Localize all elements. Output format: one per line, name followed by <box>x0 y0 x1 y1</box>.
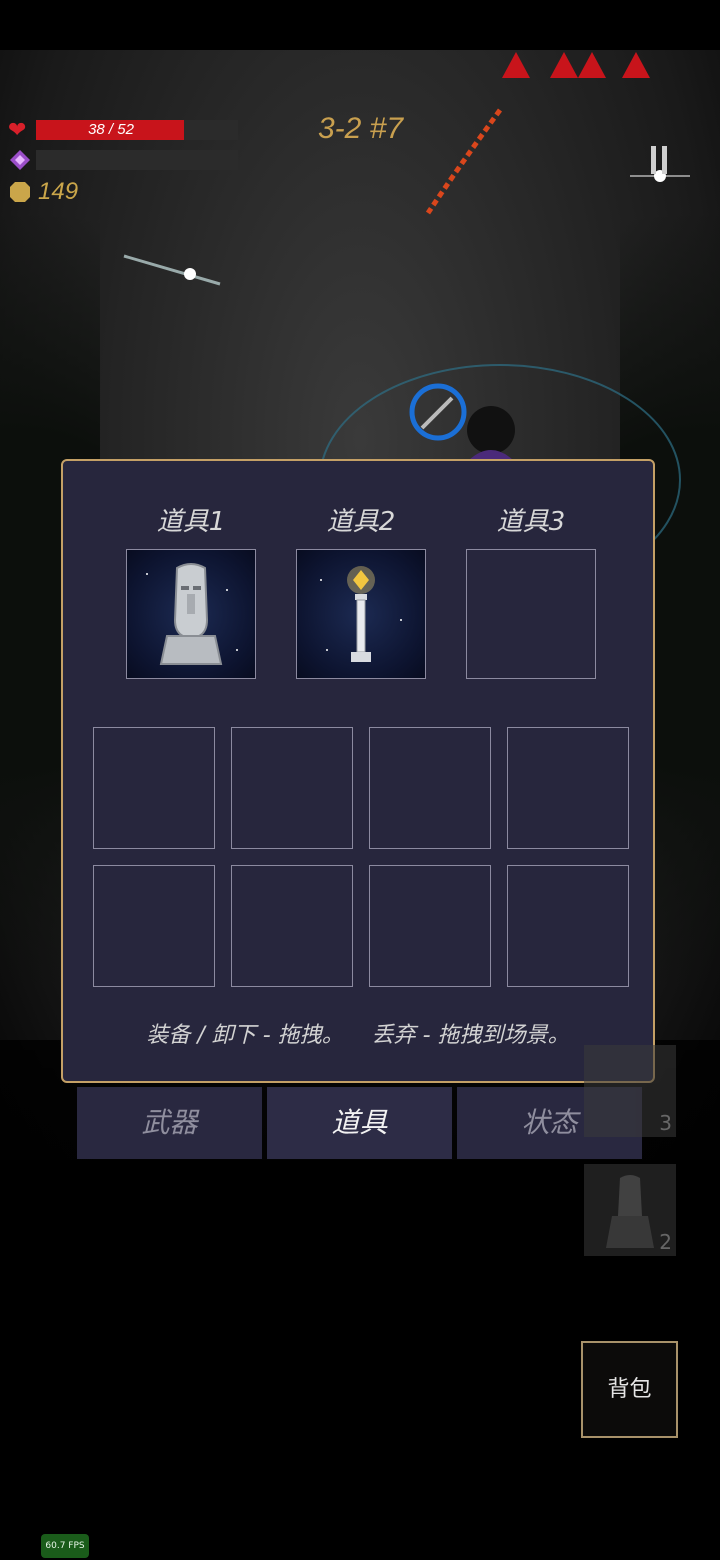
enemy-warning-icon <box>578 52 606 78</box>
side-item-count: 3 <box>659 1111 672 1135</box>
stage-indicator: 3-2 #7 <box>318 112 404 145</box>
equip-slot-label-1: 道具1 <box>156 507 226 537</box>
instruction-text: 装备 / 卸下 - 拖拽。 丢弃 - 拖拽到场景。 <box>146 1023 570 1048</box>
inventory-slot[interactable] <box>231 865 353 987</box>
inventory-slot[interactable] <box>93 865 215 987</box>
glowing-pillar-icon <box>320 566 402 662</box>
equip-slot-2[interactable] <box>296 549 426 679</box>
enemy-warning-icon <box>502 52 530 78</box>
fire-trail-icon <box>425 108 503 215</box>
pause-icon[interactable] <box>650 146 670 174</box>
fps-counter: 60.7 FPS <box>41 1534 89 1558</box>
tab-items[interactable]: 道具 <box>267 1087 452 1159</box>
coin-icon <box>10 182 30 202</box>
mana-bar <box>36 150 238 170</box>
item-panel: 道具1 道具2 道具3 装备 / 卸下 - 拖拽。 丢弃 - 拖拽到场景。 <box>61 459 655 1083</box>
gold-count: 149 <box>38 178 79 205</box>
side-item-count: 2 <box>659 1230 672 1254</box>
inventory-slot[interactable] <box>507 865 629 987</box>
hp-text: 38 / 52 <box>88 121 134 138</box>
enemy-warning-icon <box>550 52 578 78</box>
side-item-card[interactable]: 2 <box>584 1164 676 1256</box>
inventory-slot[interactable] <box>369 865 491 987</box>
equip-slot-3[interactable] <box>466 549 596 679</box>
hp-bar: 38 / 52 <box>36 120 238 140</box>
moai-statue-icon <box>146 563 238 665</box>
inventory-slot[interactable] <box>231 727 353 849</box>
inventory-slot[interactable] <box>93 727 215 849</box>
spear-icon <box>123 254 221 286</box>
inventory-slot[interactable] <box>507 727 629 849</box>
equip-slot-label-2: 道具2 <box>326 507 396 537</box>
enemy-warning-icon <box>622 52 650 78</box>
equip-slot-label-3: 道具3 <box>496 507 566 537</box>
tab-weapons[interactable]: 武器 <box>77 1087 262 1159</box>
heart-icon: ❤ <box>8 118 27 143</box>
gem-icon <box>10 150 30 170</box>
backpack-button[interactable]: 背包 <box>581 1341 678 1438</box>
side-item-card[interactable]: 3 <box>584 1045 676 1137</box>
inventory-slot[interactable] <box>369 727 491 849</box>
equip-slot-1[interactable] <box>126 549 256 679</box>
